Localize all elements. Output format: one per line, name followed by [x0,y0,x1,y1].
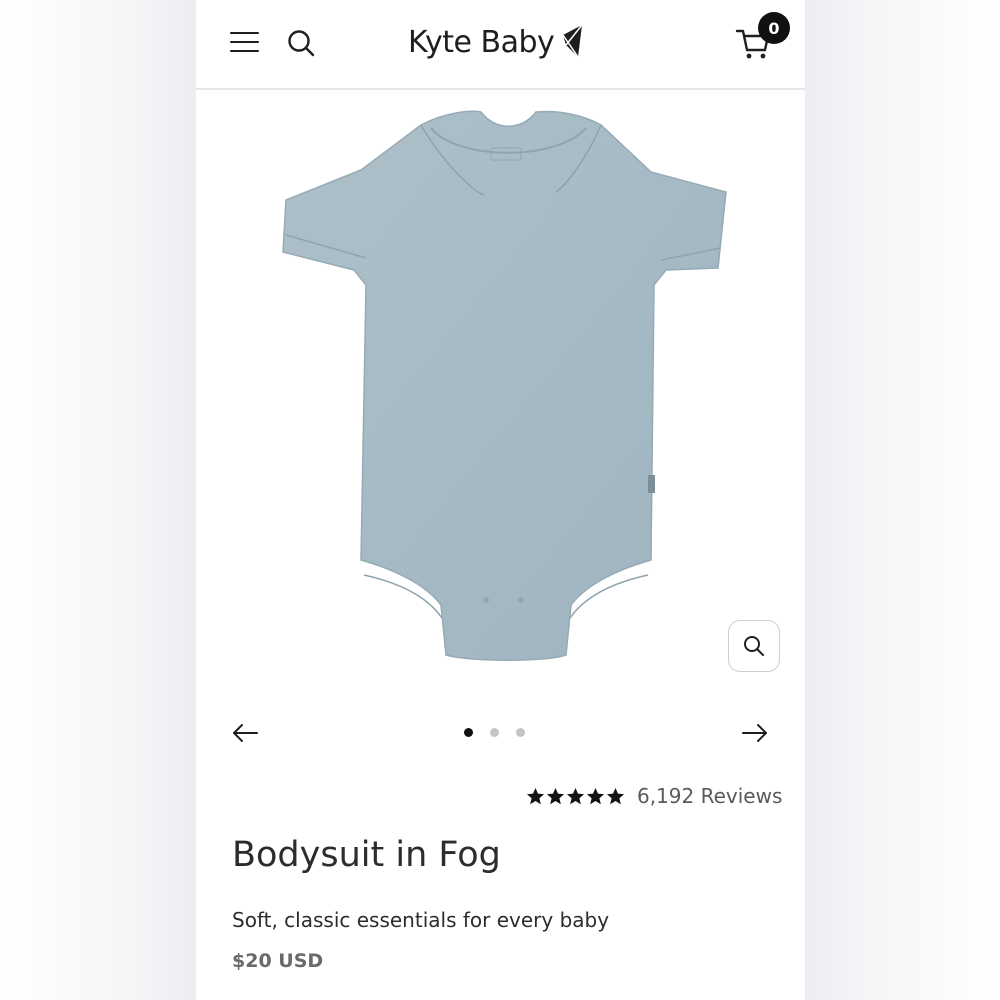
carousel-dot[interactable] [464,728,473,737]
bodysuit-image [282,110,727,661]
reviews-count: 6,192 Reviews [637,784,783,808]
background-right-margin [804,0,1000,1000]
site-header: Kyte Baby 0 [196,0,805,90]
carousel-dot[interactable] [516,728,525,737]
star-icon [566,787,585,804]
product-rating[interactable]: 6,192 Reviews [526,780,782,812]
product-page: Kyte Baby 0 6,192 Reviews Bodysuit in Fo… [196,0,805,1000]
next-image-button[interactable] [740,718,770,748]
background-left-margin [0,0,196,1000]
zoom-search-icon [744,636,764,656]
product-subtitle: Soft, classic essentials for every baby [232,908,610,932]
previous-image-button[interactable] [230,718,260,748]
zoom-button[interactable] [728,620,780,672]
star-icon [526,787,545,804]
menu-bar [230,32,259,35]
search-icon [288,30,315,57]
product-title: Bodysuit in Fog [232,835,501,875]
star-icon [546,787,565,804]
product-image[interactable] [256,100,756,680]
carousel-dots [464,728,534,738]
star-icon [606,787,625,804]
menu-bar [230,50,259,53]
screen-background: Kyte Baby 0 6,192 Reviews Bodysuit in Fo… [0,0,1000,1000]
brand-name: Kyte Baby [408,24,555,60]
arrow-right-icon [742,724,767,742]
menu-bar [230,41,259,44]
search-button[interactable] [286,28,316,58]
star-icon [586,787,605,804]
cart-count-badge: 0 [758,12,790,44]
brand-logo[interactable]: Kyte Baby [408,20,586,64]
carousel-dot[interactable] [490,728,499,737]
rating-stars [526,787,625,806]
arrow-left-icon [233,724,258,742]
product-price: $20 USD [232,950,324,972]
menu-button[interactable] [230,30,260,54]
kite-logo-icon [562,24,583,58]
